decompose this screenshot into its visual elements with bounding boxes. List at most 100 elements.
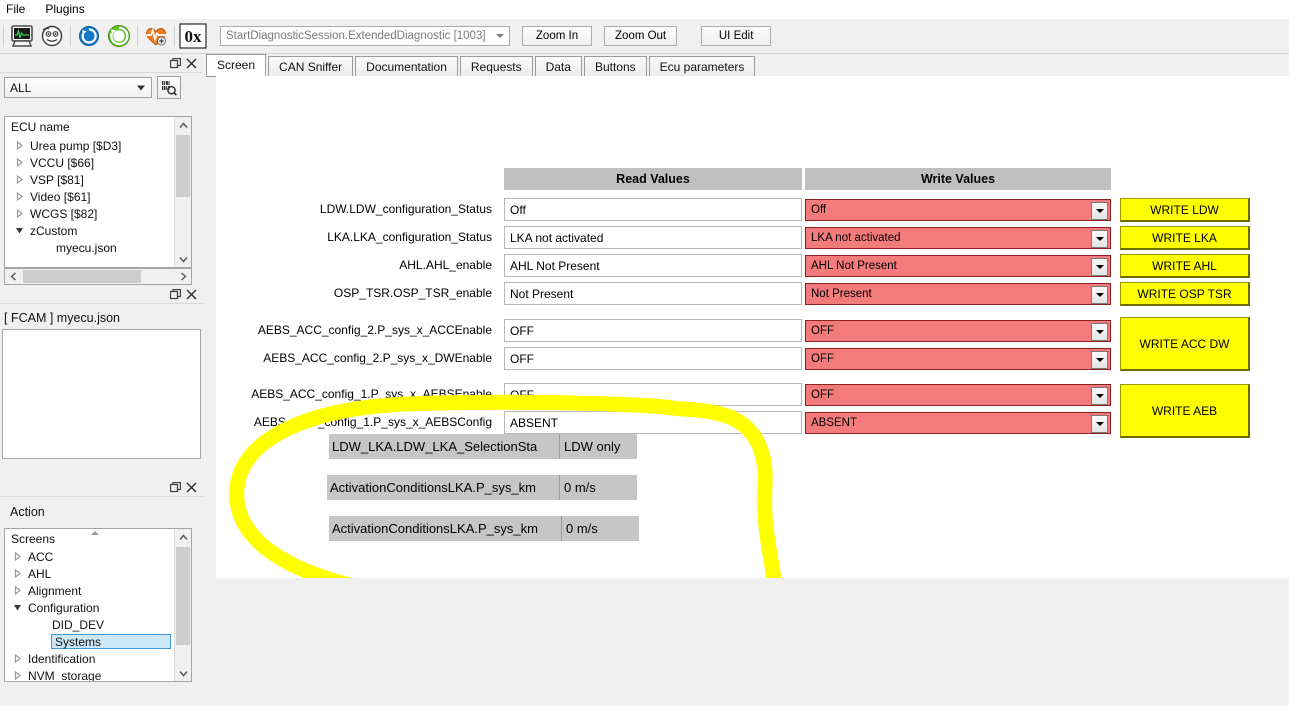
- menu-plugins[interactable]: Plugins: [35, 0, 94, 19]
- parameter-label: AEBS_ACC_config_2.P_sys_x_DWEnable: [263, 351, 492, 365]
- fcam-title: [ FCAM ] myecu.json: [0, 307, 203, 329]
- chevron-right-icon[interactable]: [11, 552, 24, 561]
- tab-label: Screen: [217, 58, 256, 72]
- chevron-right-icon[interactable]: [13, 141, 26, 150]
- ecu-tree-item[interactable]: zCustom: [5, 222, 191, 239]
- sidebar-item-did-dev[interactable]: DID_DEV: [5, 616, 191, 633]
- param-value-box[interactable]: 0 m/s: [561, 516, 639, 541]
- heartbeat-icon[interactable]: [142, 22, 170, 50]
- chevron-down-icon[interactable]: [1091, 286, 1108, 304]
- write-value-dropdown[interactable]: Off: [805, 199, 1111, 221]
- ecu-tree-item[interactable]: VCCU [$66]: [5, 154, 191, 171]
- close-icon[interactable]: [183, 480, 199, 494]
- chevron-right-icon[interactable]: [13, 158, 26, 167]
- sidebar-item-alignment[interactable]: Alignment: [5, 582, 191, 599]
- write-acc-dw-button[interactable]: WRITE ACC DW: [1120, 317, 1250, 371]
- sidebar-item-configuration[interactable]: Configuration: [5, 599, 191, 616]
- menu-file[interactable]: File: [0, 0, 35, 19]
- scrollbar-thumb[interactable]: [23, 270, 141, 283]
- zoom-out-button[interactable]: Zoom Out: [604, 26, 678, 46]
- diagnostic-session-combo[interactable]: StartDiagnosticSession.ExtendedDiagnosti…: [220, 26, 510, 46]
- scrollbar-thumb[interactable]: [176, 547, 190, 645]
- tab-screen[interactable]: Screen: [206, 54, 267, 76]
- chevron-right-icon[interactable]: [11, 569, 24, 578]
- chevron-down-icon[interactable]: [1091, 202, 1108, 220]
- sidebar-item-nvm-storage[interactable]: NVM_storage: [5, 667, 191, 681]
- chevron-down-icon[interactable]: [1091, 351, 1108, 369]
- tab-data[interactable]: Data: [534, 56, 582, 76]
- read-value-text: AHL Not Present: [510, 258, 600, 273]
- sidebar-item-systems[interactable]: Systems: [5, 633, 191, 650]
- chevron-right-icon[interactable]: [11, 654, 24, 663]
- write-lka-button[interactable]: WRITE LKA: [1120, 226, 1250, 250]
- write-aeb-button[interactable]: WRITE AEB: [1120, 384, 1250, 438]
- screens-tree[interactable]: Screens ACC AHL Alignment Configuration DID_…: [4, 528, 192, 682]
- write-value-dropdown[interactable]: OFF: [805, 384, 1111, 406]
- ecu-tree-vertical-scrollbar[interactable]: [174, 117, 191, 267]
- scroll-down-icon[interactable]: [175, 251, 191, 267]
- chevron-down-icon[interactable]: [1091, 415, 1108, 433]
- scrollbar-thumb[interactable]: [176, 135, 190, 197]
- write-value-dropdown[interactable]: AHL Not Present: [805, 255, 1111, 277]
- scroll-right-icon[interactable]: [175, 269, 191, 284]
- screens-tree-vertical-scrollbar[interactable]: [174, 529, 191, 681]
- tab-buttons[interactable]: Buttons: [583, 56, 647, 76]
- scroll-up-icon[interactable]: [175, 529, 191, 545]
- scope-monitor-icon[interactable]: [8, 22, 36, 50]
- write-value-dropdown[interactable]: OFF: [805, 320, 1111, 342]
- chevron-down-icon[interactable]: [13, 226, 26, 235]
- scroll-left-icon[interactable]: [5, 269, 21, 284]
- sidebar-item-identification[interactable]: Identification: [5, 650, 191, 667]
- ecu-tree-item[interactable]: Urea pump [$D3]: [5, 137, 191, 154]
- ecu-tree[interactable]: ECU name Urea pump [$D3] VCCU [$66] VSP [$…: [4, 116, 192, 268]
- zoom-in-button[interactable]: Zoom In: [522, 26, 592, 46]
- write-ldw-button[interactable]: WRITE LDW: [1120, 198, 1250, 222]
- tab-requests[interactable]: Requests: [459, 56, 533, 76]
- ecu-filter-combo[interactable]: ALL: [4, 77, 152, 98]
- undock-icon[interactable]: [167, 56, 183, 70]
- write-value-dropdown[interactable]: ABSENT: [805, 412, 1111, 434]
- close-icon[interactable]: [183, 287, 199, 301]
- chevron-down-icon[interactable]: [1091, 258, 1108, 276]
- write-value-dropdown[interactable]: OFF: [805, 348, 1111, 370]
- chevron-right-icon[interactable]: [13, 209, 26, 218]
- ecu-face-icon[interactable]: [38, 22, 66, 50]
- refresh-blue-icon[interactable]: [75, 22, 103, 50]
- chevron-down-icon[interactable]: [1091, 230, 1108, 248]
- hex-0x-icon[interactable]: 0x: [179, 22, 207, 50]
- ecu-tree-item[interactable]: VSP [$81]: [5, 171, 191, 188]
- refresh-green-icon[interactable]: [105, 22, 133, 50]
- fcam-content-area[interactable]: [2, 329, 201, 459]
- param-value-box[interactable]: 0 m/s: [559, 475, 637, 500]
- write-ahl-button[interactable]: WRITE AHL: [1120, 254, 1250, 278]
- chevron-right-icon[interactable]: [13, 192, 26, 201]
- param-value-box[interactable]: LDW only: [559, 434, 637, 459]
- barcode-search-icon[interactable]: [157, 76, 181, 99]
- ecu-tree-item[interactable]: Video [$61]: [5, 188, 191, 205]
- ecu-tree-horizontal-scrollbar[interactable]: [4, 268, 192, 285]
- ui-edit-button[interactable]: UI Edit: [701, 26, 772, 46]
- ecu-tree-item[interactable]: WCGS [$82]: [5, 205, 191, 222]
- sidebar-item-ahl[interactable]: AHL: [5, 565, 191, 582]
- write-value-dropdown[interactable]: Not Present: [805, 283, 1111, 305]
- chevron-down-icon[interactable]: [1091, 387, 1108, 405]
- close-icon[interactable]: [183, 56, 199, 70]
- scroll-up-icon[interactable]: [175, 117, 191, 133]
- write-value-dropdown[interactable]: LKA not activated: [805, 227, 1111, 249]
- action-panel-titlebar: [0, 478, 203, 497]
- scroll-down-icon[interactable]: [175, 665, 191, 681]
- hscroll-track[interactable]: [21, 269, 175, 284]
- chevron-down-icon[interactable]: [1091, 323, 1108, 341]
- chevron-right-icon[interactable]: [11, 671, 24, 680]
- tab-can-sniffer[interactable]: CAN Sniffer: [268, 56, 354, 76]
- tab-documentation[interactable]: Documentation: [355, 56, 458, 76]
- chevron-right-icon[interactable]: [11, 586, 24, 595]
- write-osp-tsr-button[interactable]: WRITE OSP TSR: [1120, 282, 1250, 306]
- tab-ecu-parameters[interactable]: Ecu parameters: [648, 56, 756, 76]
- chevron-right-icon[interactable]: [13, 175, 26, 184]
- undock-icon[interactable]: [167, 287, 183, 301]
- sidebar-item-acc[interactable]: ACC: [5, 548, 191, 565]
- undock-icon[interactable]: [167, 480, 183, 494]
- ecu-tree-item[interactable]: myecu.json: [5, 239, 191, 256]
- chevron-down-icon[interactable]: [11, 603, 24, 612]
